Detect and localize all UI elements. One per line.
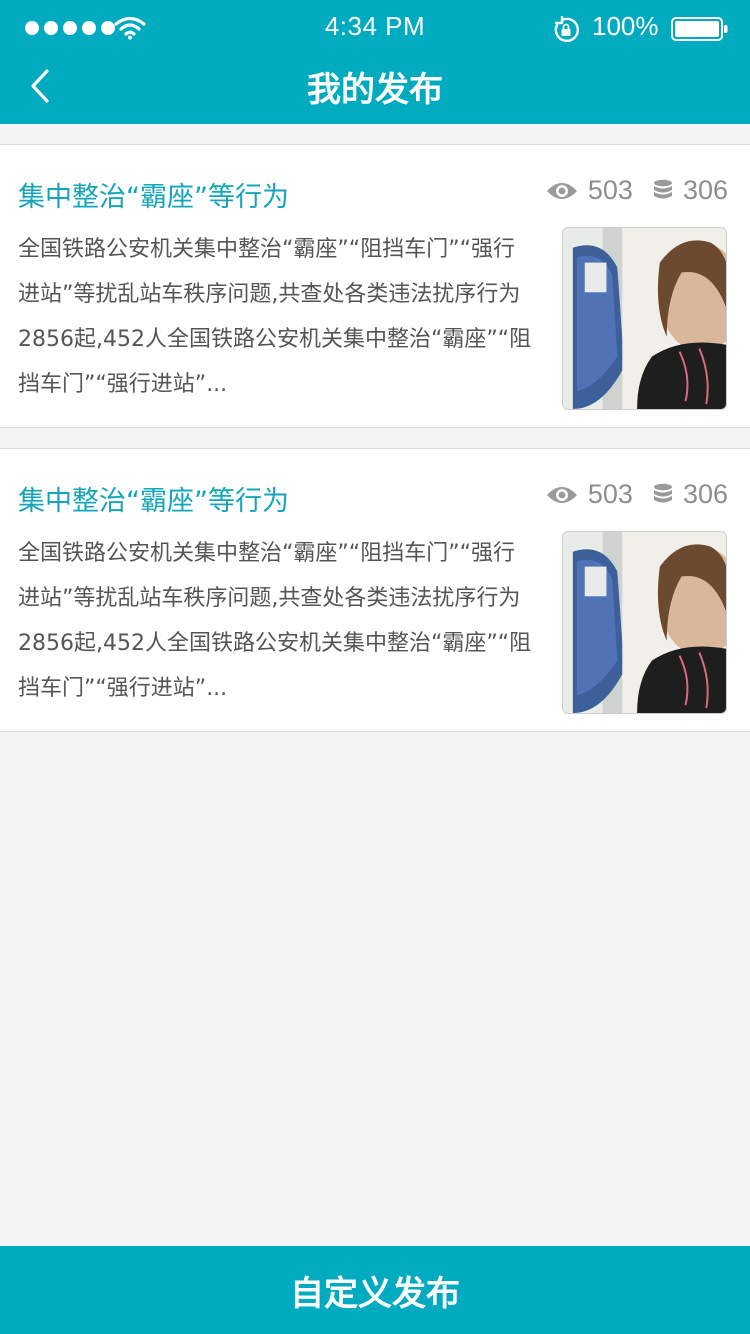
post-title[interactable]: 集中整治“霸座”等行为 (18, 175, 289, 214)
photo-image (563, 532, 726, 713)
view-count-group: 503 (546, 479, 633, 510)
eye-icon (546, 486, 577, 503)
post-excerpt: 全国铁路公安机关集中整治“霸座”“阻挡车门”“强行进站”等扰乱站车秩序问题,共查… (18, 237, 532, 397)
custom-publish-button[interactable]: 自定义发布 (0, 1246, 750, 1334)
post-thumbnail[interactable] (562, 531, 727, 714)
eye-icon (546, 182, 577, 199)
stack-count-group: 306 (653, 479, 728, 510)
post-stats: 503 306 (546, 479, 728, 510)
view-count: 503 (587, 175, 633, 205)
stack-count: 306 (682, 175, 728, 205)
database-stack-icon (653, 483, 672, 502)
stack-count: 306 (682, 479, 728, 509)
database-stack-icon (653, 179, 672, 198)
post-card[interactable]: 集中整治“霸座”等行为 503 306 全国铁路公安机关集中整治“霸座”“阻挡车 (0, 144, 750, 428)
view-count-group: 503 (546, 175, 633, 206)
post-stats: 503 306 (546, 175, 728, 206)
post-list: 集中整治“霸座”等行为 503 306 全国铁路公安机关集中整治“霸座”“阻挡车 (0, 144, 750, 752)
post-title[interactable]: 集中整治“霸座”等行为 (18, 479, 289, 518)
post-excerpt: 全国铁路公安机关集中整治“霸座”“阻挡车门”“强行进站”等扰乱站车秩序问题,共查… (18, 541, 532, 701)
view-count: 503 (587, 479, 633, 509)
header: 4:34 PM 100% 我的发布 (0, 0, 750, 124)
battery-percent: 100% (592, 11, 659, 41)
post-thumbnail[interactable] (562, 227, 727, 410)
stack-count-group: 306 (653, 175, 728, 206)
rotation-lock-icon (554, 16, 580, 43)
battery-icon (671, 17, 728, 41)
post-card[interactable]: 集中整治“霸座”等行为 503 306 全国铁路公安机关集中整治“霸座”“阻挡车 (0, 448, 750, 732)
page-title: 我的发布 (307, 70, 443, 110)
nav-bar: 我的发布 (0, 56, 750, 124)
photo-image (563, 228, 726, 409)
status-bar: 4:34 PM 100% (0, 0, 750, 56)
